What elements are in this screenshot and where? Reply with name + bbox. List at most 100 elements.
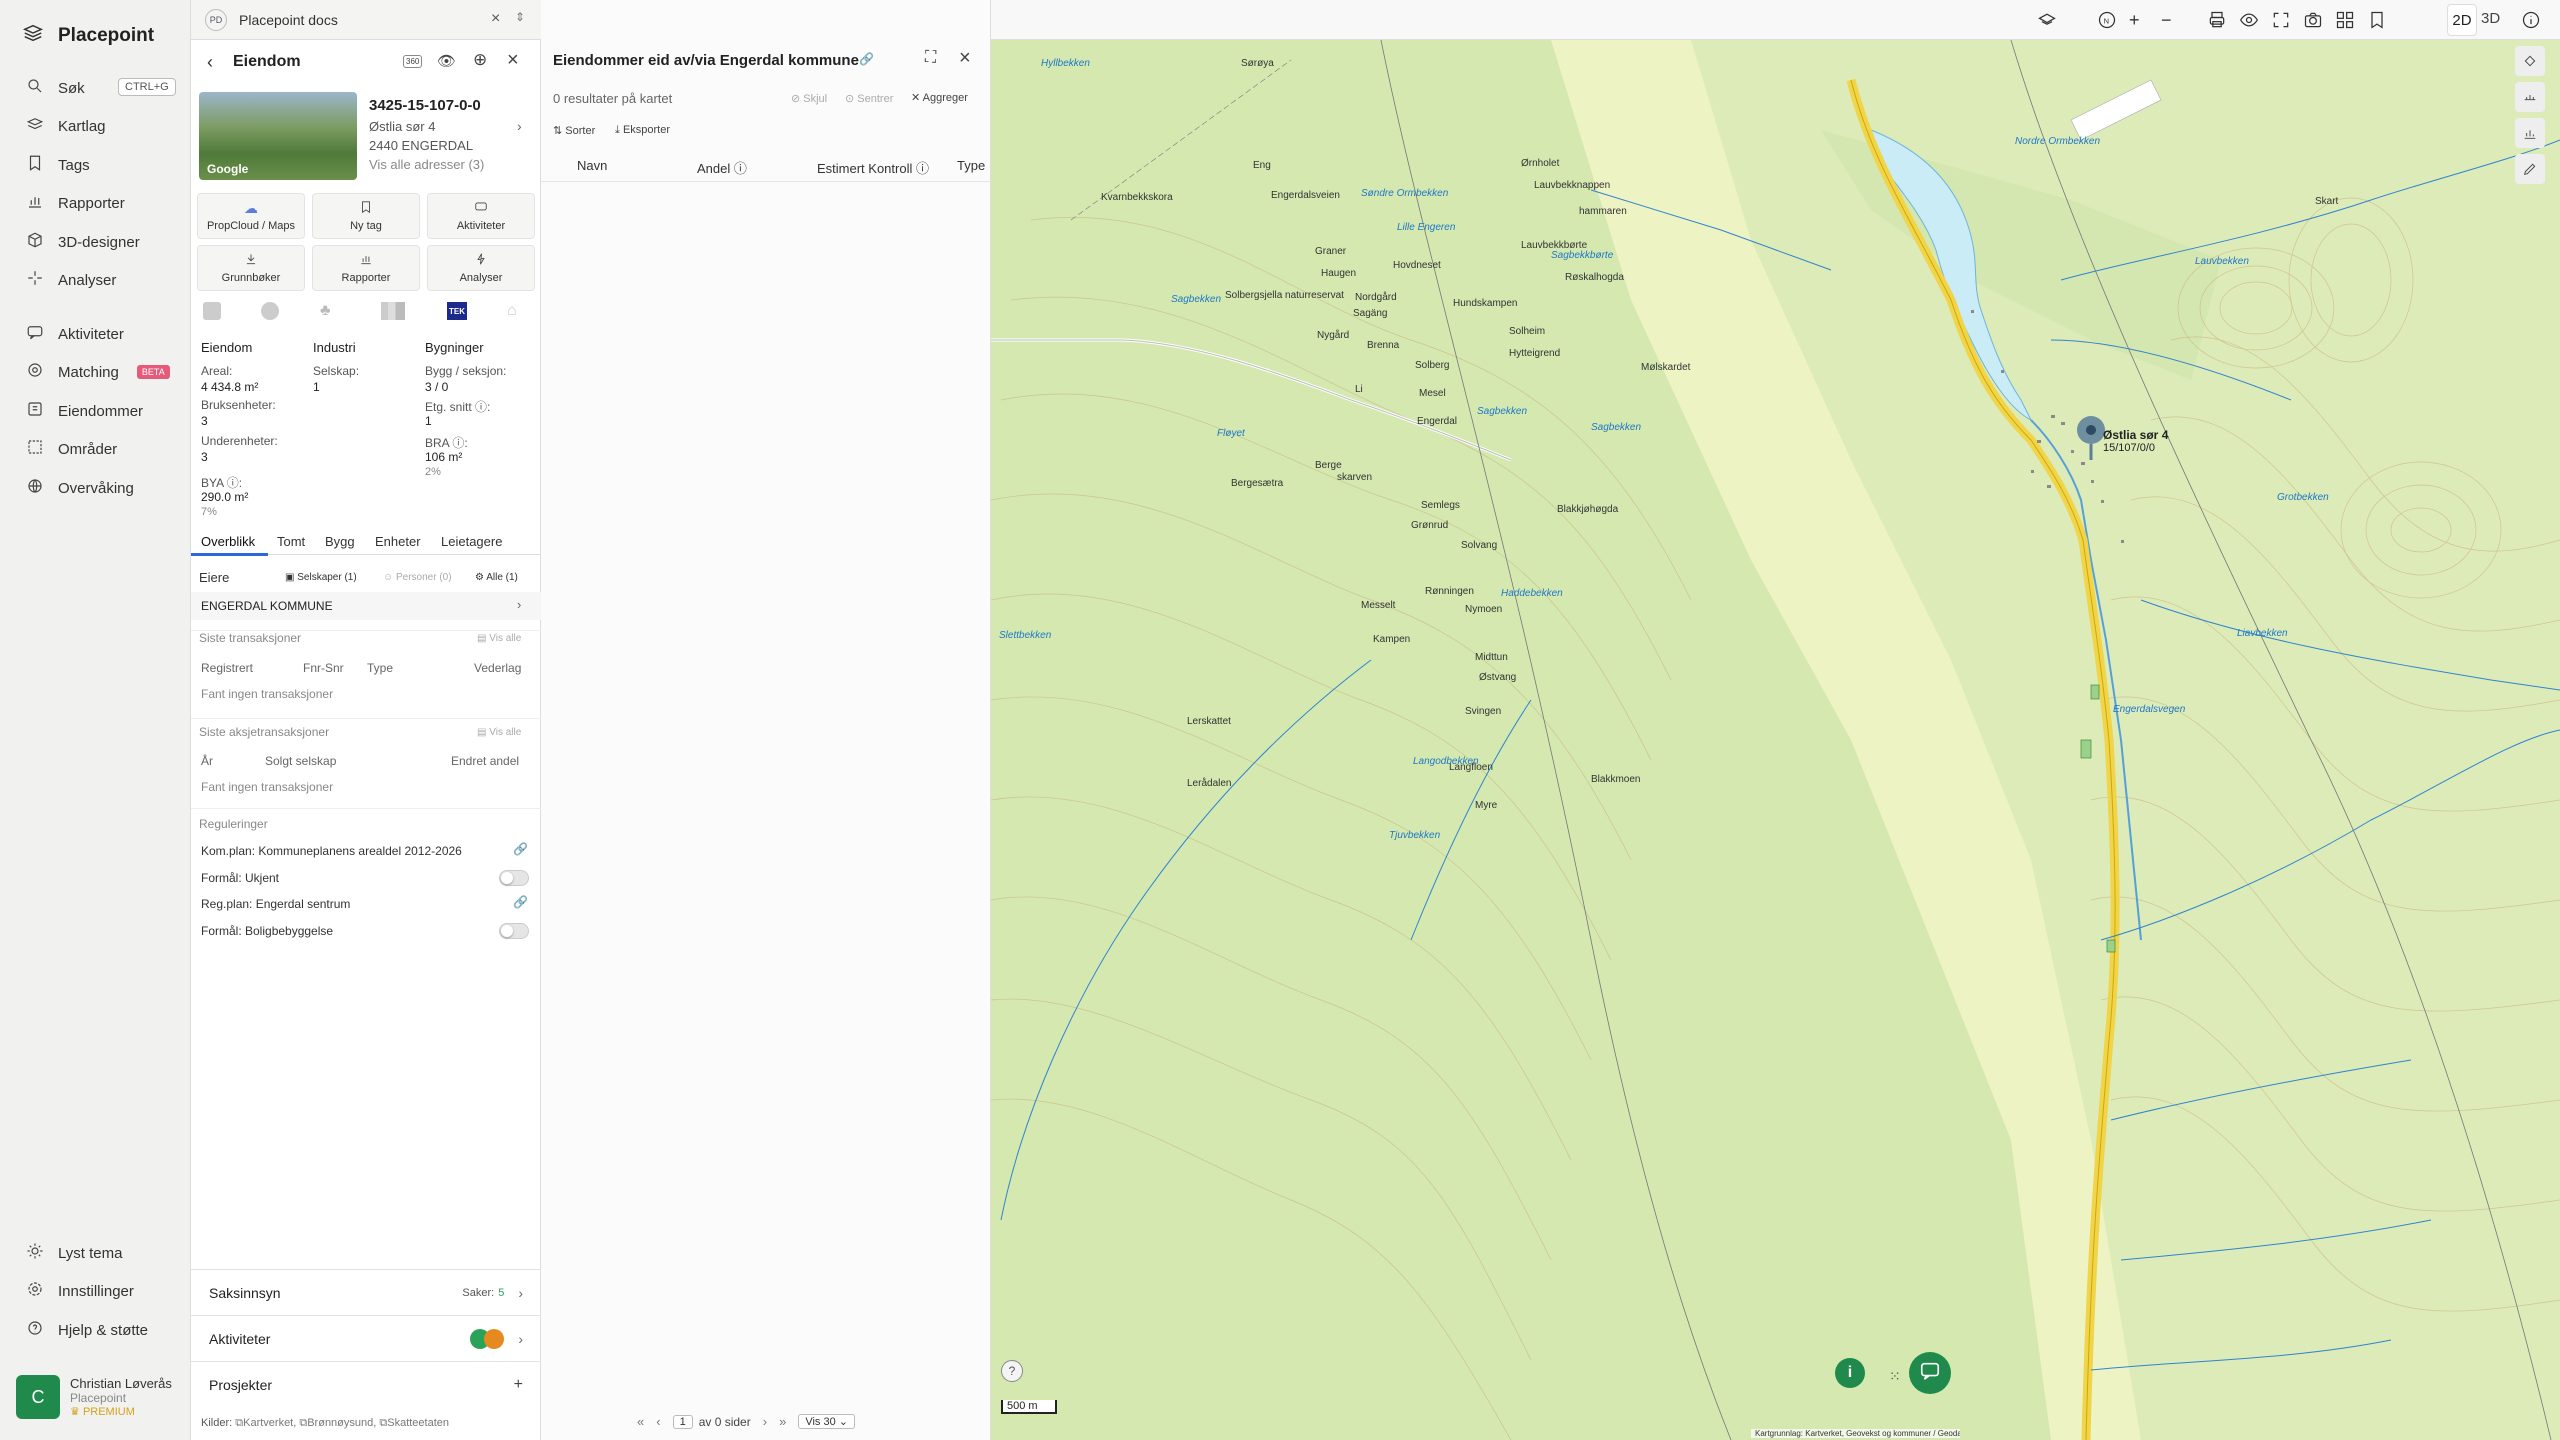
- close-results-icon[interactable]: ×: [959, 47, 971, 70]
- stairs-icon[interactable]: [381, 302, 405, 320]
- col-type[interactable]: Type: [957, 158, 985, 173]
- property-type-icon[interactable]: [203, 302, 221, 320]
- owner-row[interactable]: ENGERDAL KOMMUNE ›: [191, 592, 541, 620]
- hide-button[interactable]: ⊘ Skjul: [791, 92, 827, 105]
- eye-icon[interactable]: 👁: [437, 52, 456, 70]
- nav-reports[interactable]: Rapporter: [26, 191, 125, 215]
- camera-icon[interactable]: [2303, 10, 2323, 30]
- map-tool-measure[interactable]: [2515, 82, 2545, 112]
- map-tool-select[interactable]: [2515, 46, 2545, 76]
- link-icon[interactable]: 🔗: [513, 842, 528, 856]
- eye-icon[interactable]: [2239, 10, 2259, 30]
- grid-icon[interactable]: [2335, 10, 2355, 30]
- page-input[interactable]: 1: [672, 1414, 693, 1429]
- source-bronnoysund[interactable]: ⧉Brønnøysund,: [299, 1417, 376, 1429]
- compass-icon[interactable]: N: [2097, 10, 2117, 30]
- tek-badge[interactable]: TEK: [447, 302, 467, 320]
- energy-icon[interactable]: [261, 302, 279, 320]
- case-section[interactable]: Saksinnsyn Saker: 5 ›: [191, 1269, 541, 1315]
- activities-button[interactable]: Aktiviteter: [427, 193, 535, 239]
- nav-properties[interactable]: Eiendommer: [26, 399, 143, 423]
- toggle-purpose-2[interactable]: [499, 923, 529, 939]
- col-name[interactable]: Navn: [577, 158, 607, 173]
- mode-3d-button[interactable]: 3D: [2481, 10, 2500, 27]
- toggle-purpose-1[interactable]: [499, 870, 529, 886]
- filter-companies[interactable]: ▣ Selskaper (1): [285, 572, 357, 583]
- fullscreen-icon[interactable]: [2271, 10, 2291, 30]
- stx-show-all[interactable]: ▤ Vis alle: [477, 727, 521, 738]
- nav-map-layer[interactable]: Kartlag: [26, 114, 106, 138]
- next-page-icon[interactable]: ›: [763, 1414, 767, 1429]
- map-tool-chart[interactable]: [2515, 118, 2545, 148]
- nav-settings[interactable]: Innstillinger: [26, 1279, 134, 1303]
- aggregate-button[interactable]: ✕ Aggreger: [911, 91, 968, 104]
- chevron-right-icon[interactable]: ›: [517, 118, 522, 134]
- propcloud-button[interactable]: ☁ PropCloud / Maps: [197, 193, 305, 239]
- industry-icon[interactable]: ♣: [320, 302, 338, 320]
- tx-show-all[interactable]: ▤ Vis alle: [477, 633, 521, 644]
- street-view-thumbnail[interactable]: Google: [199, 92, 357, 180]
- show-all-addresses[interactable]: Vis alle adresser (3): [369, 157, 484, 172]
- expand-icon[interactable]: ⇕: [515, 10, 525, 24]
- nav-help[interactable]: Hjelp & støtte: [26, 1318, 148, 1342]
- zoom-in-icon[interactable]: +: [2129, 10, 2149, 30]
- nav-areas[interactable]: Områder: [26, 437, 117, 461]
- activities-section[interactable]: Aktiviteter ›: [191, 1315, 541, 1361]
- map-help-icon[interactable]: ?: [1001, 1360, 1023, 1382]
- mode-2d-button[interactable]: 2D: [2447, 4, 2477, 36]
- nav-activities[interactable]: Aktiviteter: [26, 322, 124, 346]
- street-view-icon[interactable]: 360: [403, 55, 423, 68]
- user-card[interactable]: C Christian Løverås Placepoint ♛ PREMIUM: [16, 1372, 184, 1422]
- close-panel-icon[interactable]: ×: [507, 49, 519, 72]
- nav-monitoring[interactable]: Overvåking: [26, 476, 134, 500]
- close-icon[interactable]: ×: [491, 10, 500, 28]
- info-icon[interactable]: i: [1835, 1358, 1865, 1388]
- zoom-out-icon[interactable]: −: [2161, 10, 2181, 30]
- per-page-select[interactable]: Vis 30 ⌄: [798, 1414, 855, 1429]
- export-button[interactable]: ⤓ Eksporter: [615, 124, 670, 137]
- tab-units[interactable]: Enheter: [375, 534, 421, 549]
- last-page-icon[interactable]: »: [779, 1414, 786, 1429]
- plus-icon[interactable]: +: [514, 1376, 523, 1394]
- link-icon[interactable]: 🔗: [513, 895, 528, 909]
- drag-handle-icon[interactable]: ⁙: [1889, 1368, 1901, 1385]
- link-icon[interactable]: 🔗: [859, 52, 874, 66]
- nav-matching[interactable]: Matching BETA: [26, 360, 170, 384]
- brand[interactable]: Placepoint: [22, 22, 154, 50]
- nav-analyses[interactable]: Analyser: [26, 268, 116, 292]
- add-circle-icon[interactable]: ⊕: [473, 50, 487, 70]
- analyses-button[interactable]: Analyser: [427, 245, 535, 291]
- col-share[interactable]: Andel ⓘ: [697, 158, 747, 177]
- source-kartverket[interactable]: ⧉Kartverket,: [235, 1417, 296, 1429]
- chat-button[interactable]: [1909, 1352, 1951, 1394]
- back-icon[interactable]: ‹: [207, 52, 213, 73]
- tab-overview[interactable]: Overblikk: [201, 534, 255, 549]
- nav-theme[interactable]: Lyst tema: [26, 1241, 122, 1265]
- source-skatteetaten[interactable]: ⧉Skatteetaten: [379, 1417, 449, 1429]
- tab-plot[interactable]: Tomt: [277, 534, 305, 549]
- sort-button[interactable]: ⇅ Sorter: [553, 124, 595, 137]
- col-control[interactable]: Estimert Kontroll ⓘ: [817, 158, 929, 177]
- print-icon[interactable]: [2207, 10, 2227, 30]
- center-button[interactable]: ⊙ Sentrer: [845, 92, 893, 105]
- prev-page-icon[interactable]: ‹: [656, 1414, 660, 1429]
- reports-button[interactable]: Rapporter: [312, 245, 420, 291]
- fullscreen-icon[interactable]: ⛶: [925, 49, 936, 67]
- bookmark-icon[interactable]: [2367, 10, 2387, 30]
- new-tag-button[interactable]: Ny tag: [312, 193, 420, 239]
- house-icon[interactable]: ⌂: [507, 302, 525, 320]
- filter-all[interactable]: ⚙ Alle (1): [475, 572, 518, 583]
- land-registry-button[interactable]: Grunnbøker: [197, 245, 305, 291]
- info-icon[interactable]: [2521, 10, 2541, 30]
- nav-search[interactable]: Søk: [26, 76, 85, 100]
- projects-section[interactable]: Prosjekter +: [191, 1361, 541, 1407]
- map-tool-draw[interactable]: [2515, 154, 2545, 184]
- tab-tenants[interactable]: Leietagere: [441, 534, 502, 549]
- nav-tags[interactable]: Tags: [26, 153, 90, 177]
- first-page-icon[interactable]: «: [637, 1414, 644, 1429]
- workspace-tab[interactable]: PD Placepoint docs × ⇕: [191, 0, 541, 40]
- topographic-map[interactable]: Østlia sør 4 15/107/0/0 Sørøya Eng Kvarnbe…: [991, 40, 2560, 1440]
- nav-3d-designer[interactable]: 3D-designer: [26, 230, 140, 254]
- tab-buildings[interactable]: Bygg: [325, 534, 355, 549]
- filter-persons[interactable]: ☺ Personer (0): [383, 572, 452, 583]
